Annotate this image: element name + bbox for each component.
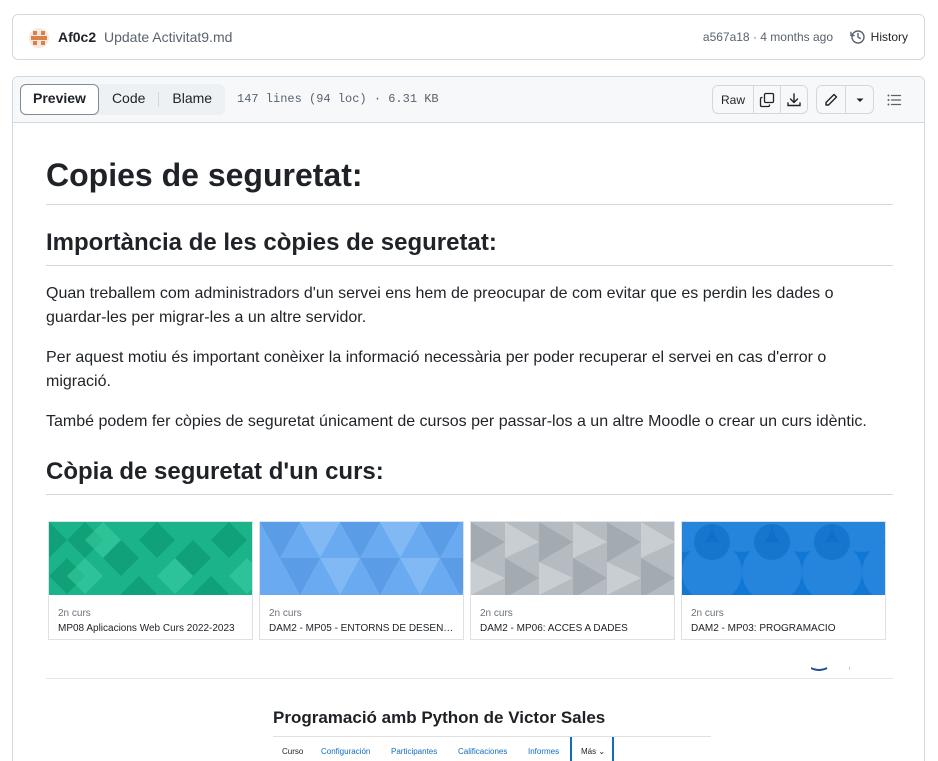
raw-actions: Raw <box>712 85 808 114</box>
course-card[interactable]: 2n curs MP08 Aplicacions Web Curs 2022-2… <box>48 521 253 640</box>
triangle-down-icon <box>856 98 863 102</box>
course-name: DAM2 - MP03: PROGRAMACIO <box>691 623 836 634</box>
carousel-indicator <box>811 667 850 671</box>
list-unordered-icon <box>887 94 902 106</box>
paragraph: Per aquest motiu és important conèixer l… <box>46 349 827 390</box>
paragraph: També podem fer còpies de seguretat únic… <box>46 413 867 430</box>
course-banner-pattern <box>260 522 463 595</box>
copy-raw-button[interactable] <box>753 86 780 113</box>
course-title: Programació amb Python de Victor Sales <box>273 708 606 727</box>
heading-copies: Copies de seguretat: <box>46 123 893 205</box>
pencil-icon <box>825 93 838 106</box>
view-mode-tabs: Preview Code Blame <box>20 84 226 115</box>
course-cards-image: 2n curs MP08 Aplicacions Web Curs 2022-2… <box>48 521 886 640</box>
tab-blame[interactable]: Blame <box>159 84 225 115</box>
author-avatar[interactable] <box>29 28 49 48</box>
latest-commit-bar: Af0c2 Update Activitat9.md a567a18 · 4 m… <box>12 14 925 60</box>
course-nav: Curso Configuración Participantes Califi… <box>273 736 711 761</box>
course-nav-participantes[interactable]: Participantes <box>391 747 437 756</box>
history-button[interactable]: History <box>849 29 908 45</box>
course-name: DAM2 - MP06: ACCES A DADES <box>480 623 628 634</box>
course-category: 2n curs <box>58 608 91 619</box>
markdown-body: Copies de seguretat: Importància de les … <box>46 123 893 495</box>
file-view: Preview Code Blame 147 lines (94 loc) · … <box>12 76 925 761</box>
course-nav-curso[interactable]: Curso <box>282 747 303 756</box>
paragraph: Quan treballem com administradors d'un s… <box>46 285 834 326</box>
tab-preview[interactable]: Preview <box>20 84 99 115</box>
course-nav-configuracion[interactable]: Configuración <box>321 747 370 756</box>
course-category: 2n curs <box>269 608 302 619</box>
edit-actions <box>816 85 874 114</box>
history-icon <box>849 30 865 44</box>
course-banner-pattern <box>49 522 252 612</box>
course-nav-calificaciones[interactable]: Calificaciones <box>458 747 507 756</box>
course-card[interactable]: 2n curs DAM2 - MP05 - ENTORNS DE DESENVO… <box>259 521 464 640</box>
course-page-image: Programació amb Python de Victor Sales C… <box>46 678 893 761</box>
course-category: 2n curs <box>480 608 513 619</box>
commit-meta[interactable]: a567a18 · 4 months ago <box>703 30 833 44</box>
course-name: DAM2 - MP05 - ENTORNS DE DESENVOLUPAMENT <box>269 623 459 634</box>
history-label: History <box>870 30 908 44</box>
course-category: 2n curs <box>691 608 724 619</box>
download-button[interactable] <box>780 86 807 113</box>
course-nav-more[interactable]: Más ⌄ <box>570 737 614 761</box>
tab-code[interactable]: Code <box>99 84 158 115</box>
outline-button[interactable] <box>882 89 906 111</box>
commit-author[interactable]: Af0c2 <box>58 29 96 45</box>
course-name: MP08 Aplicacions Web Curs 2022-2023 <box>58 623 235 634</box>
heading-course-backup: Còpia de seguretat d'un curs: <box>46 457 893 495</box>
edit-button[interactable] <box>817 86 845 113</box>
course-card[interactable]: 2n curs DAM2 - MP06: ACCES A DADES <box>470 521 675 640</box>
course-card[interactable]: 2n curs DAM2 - MP03: PROGRAMACIO <box>681 521 886 640</box>
course-nav-informes[interactable]: Informes <box>528 747 559 756</box>
course-banner-pattern <box>682 522 885 602</box>
download-icon <box>787 92 801 106</box>
file-info: 147 lines (94 loc) · 6.31 KB <box>237 92 439 106</box>
commit-message[interactable]: Update Activitat9.md <box>104 29 232 45</box>
raw-button[interactable]: Raw <box>713 86 753 113</box>
edit-dropdown-button[interactable] <box>845 86 873 113</box>
copy-icon <box>759 92 775 107</box>
file-header: Preview Code Blame 147 lines (94 loc) · … <box>13 77 924 123</box>
course-banner-pattern <box>471 522 674 598</box>
heading-importance: Importància de les còpies de seguretat: <box>46 228 893 266</box>
